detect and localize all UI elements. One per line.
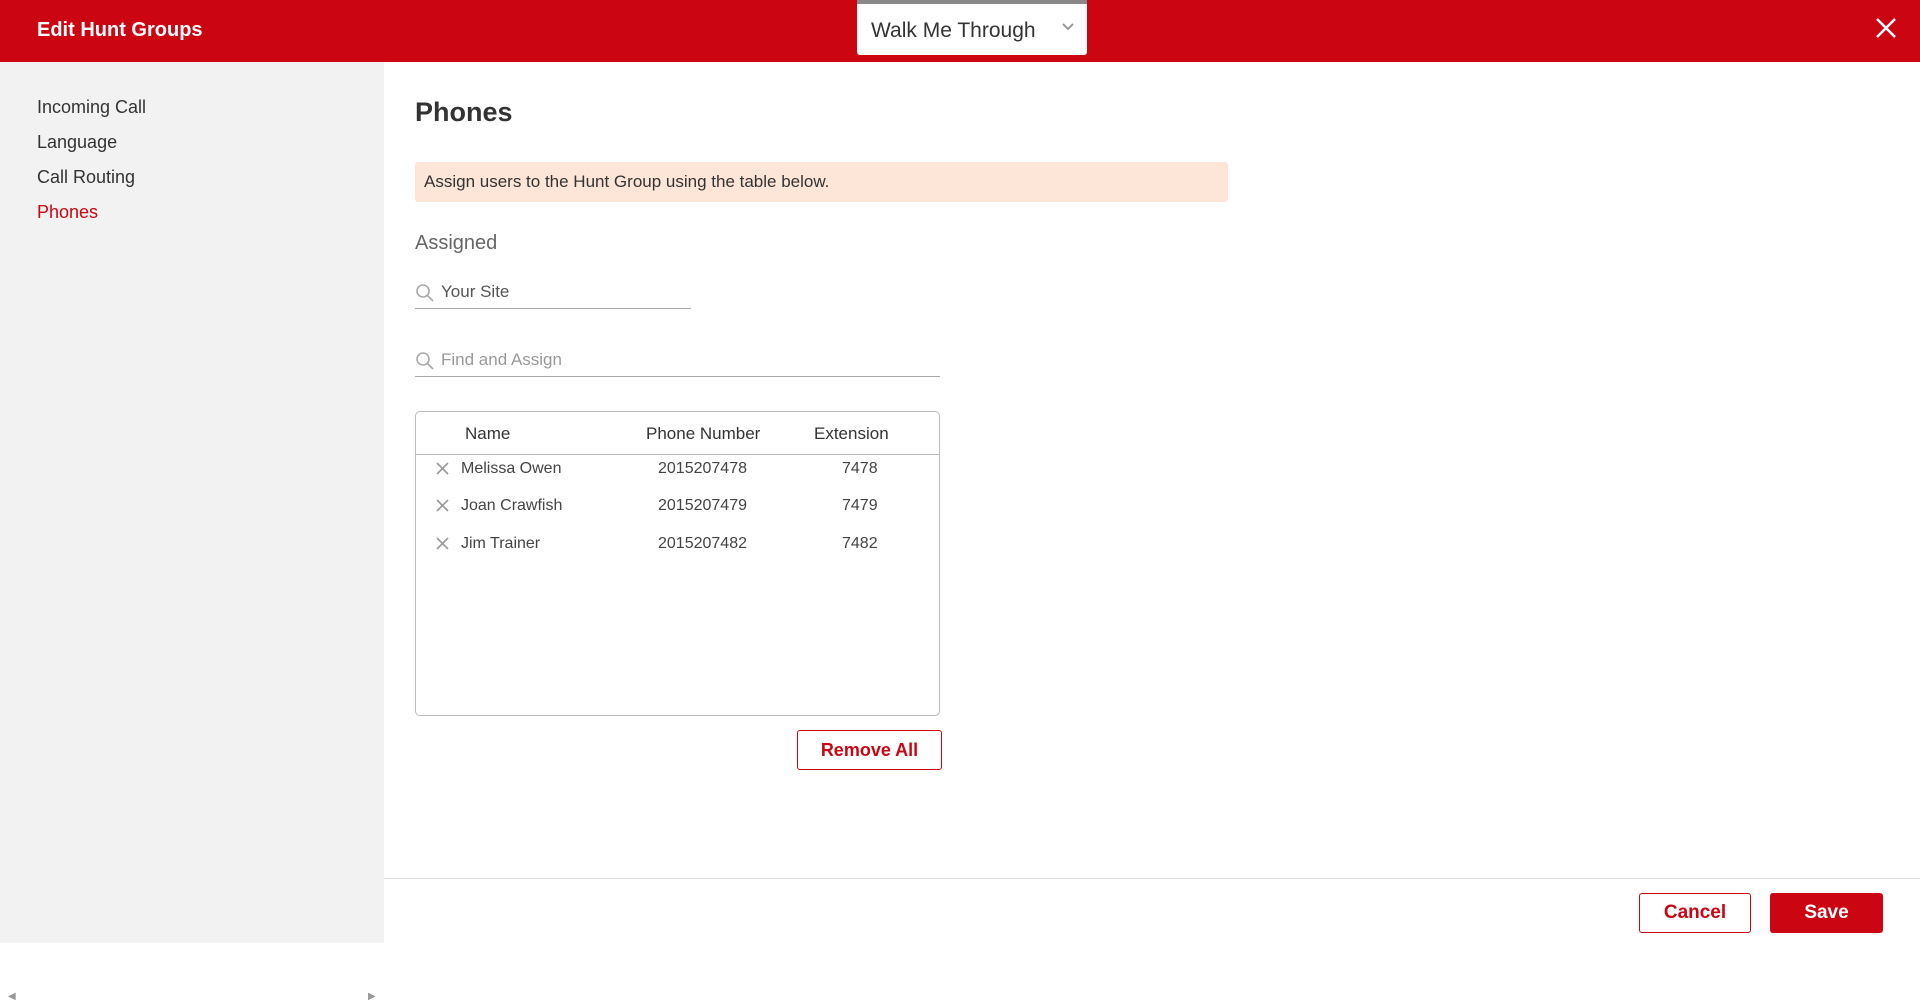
save-button[interactable]: Save xyxy=(1770,893,1883,933)
user-name: Jim Trainer xyxy=(461,535,541,552)
column-header-extension[interactable]: Extension xyxy=(814,424,889,444)
main-content: Phones Assign users to the Hunt Group us… xyxy=(384,62,1920,943)
info-banner: Assign users to the Hunt Group using the… xyxy=(415,162,1228,202)
cancel-button[interactable]: Cancel xyxy=(1639,893,1751,933)
user-phone-number: 2015207478 xyxy=(658,460,747,477)
page-title: Phones xyxy=(415,97,513,127)
table-row: Joan Crawfish 2015207479 7479 xyxy=(416,490,939,524)
sidebar-horizontal-scrollbar[interactable]: ◀ ▶ xyxy=(0,988,384,1005)
column-header-name[interactable]: Name xyxy=(465,424,510,444)
remove-user-icon[interactable] xyxy=(434,460,451,477)
find-and-assign-search xyxy=(415,345,940,377)
chevron-down-icon xyxy=(1062,23,1074,31)
remove-user-icon[interactable] xyxy=(434,497,451,514)
sidebar-item-language[interactable]: Language xyxy=(37,132,117,153)
footer-bar: Cancel Save xyxy=(384,878,1920,943)
user-extension: 7478 xyxy=(842,460,878,477)
assigned-users-table: Name Phone Number Extension Melissa Owen… xyxy=(415,411,940,716)
scroll-left-icon[interactable]: ◀ xyxy=(8,991,16,1002)
user-extension: 7482 xyxy=(842,535,878,552)
find-and-assign-input[interactable] xyxy=(441,350,931,370)
table-header: Name Phone Number Extension xyxy=(416,412,939,455)
info-banner-text: Assign users to the Hunt Group using the… xyxy=(424,172,830,191)
scroll-right-icon[interactable]: ▶ xyxy=(368,991,376,1002)
walk-me-through-dropdown[interactable]: Walk Me Through xyxy=(857,0,1087,55)
sidebar-item-call-routing[interactable]: Call Routing xyxy=(37,167,135,188)
sidebar: Incoming Call Language Call Routing Phon… xyxy=(0,62,384,1002)
site-search xyxy=(415,277,691,309)
remove-all-button[interactable]: Remove All xyxy=(797,730,942,770)
user-phone-number: 2015207482 xyxy=(658,535,747,552)
sidebar-item-phones[interactable]: Phones xyxy=(37,202,98,223)
site-search-input[interactable] xyxy=(441,282,686,302)
search-icon xyxy=(416,284,434,302)
user-name: Melissa Owen xyxy=(461,460,562,477)
table-row: Melissa Owen 2015207478 7478 xyxy=(416,453,939,487)
top-bar: Edit Hunt Groups Walk Me Through xyxy=(0,0,1920,62)
walk-me-through-label: Walk Me Through xyxy=(871,19,1036,42)
dialog-title: Edit Hunt Groups xyxy=(37,19,203,41)
user-phone-number: 2015207479 xyxy=(658,497,747,514)
table-row: Jim Trainer 2015207482 7482 xyxy=(416,528,939,562)
remove-user-icon[interactable] xyxy=(434,535,451,552)
search-icon xyxy=(416,352,434,370)
user-name: Joan Crawfish xyxy=(461,497,563,514)
close-icon[interactable] xyxy=(1872,14,1900,42)
sidebar-item-incoming-call[interactable]: Incoming Call xyxy=(37,97,146,118)
user-extension: 7479 xyxy=(842,497,878,514)
assigned-heading: Assigned xyxy=(415,232,498,254)
column-header-phone-number[interactable]: Phone Number xyxy=(646,424,760,444)
